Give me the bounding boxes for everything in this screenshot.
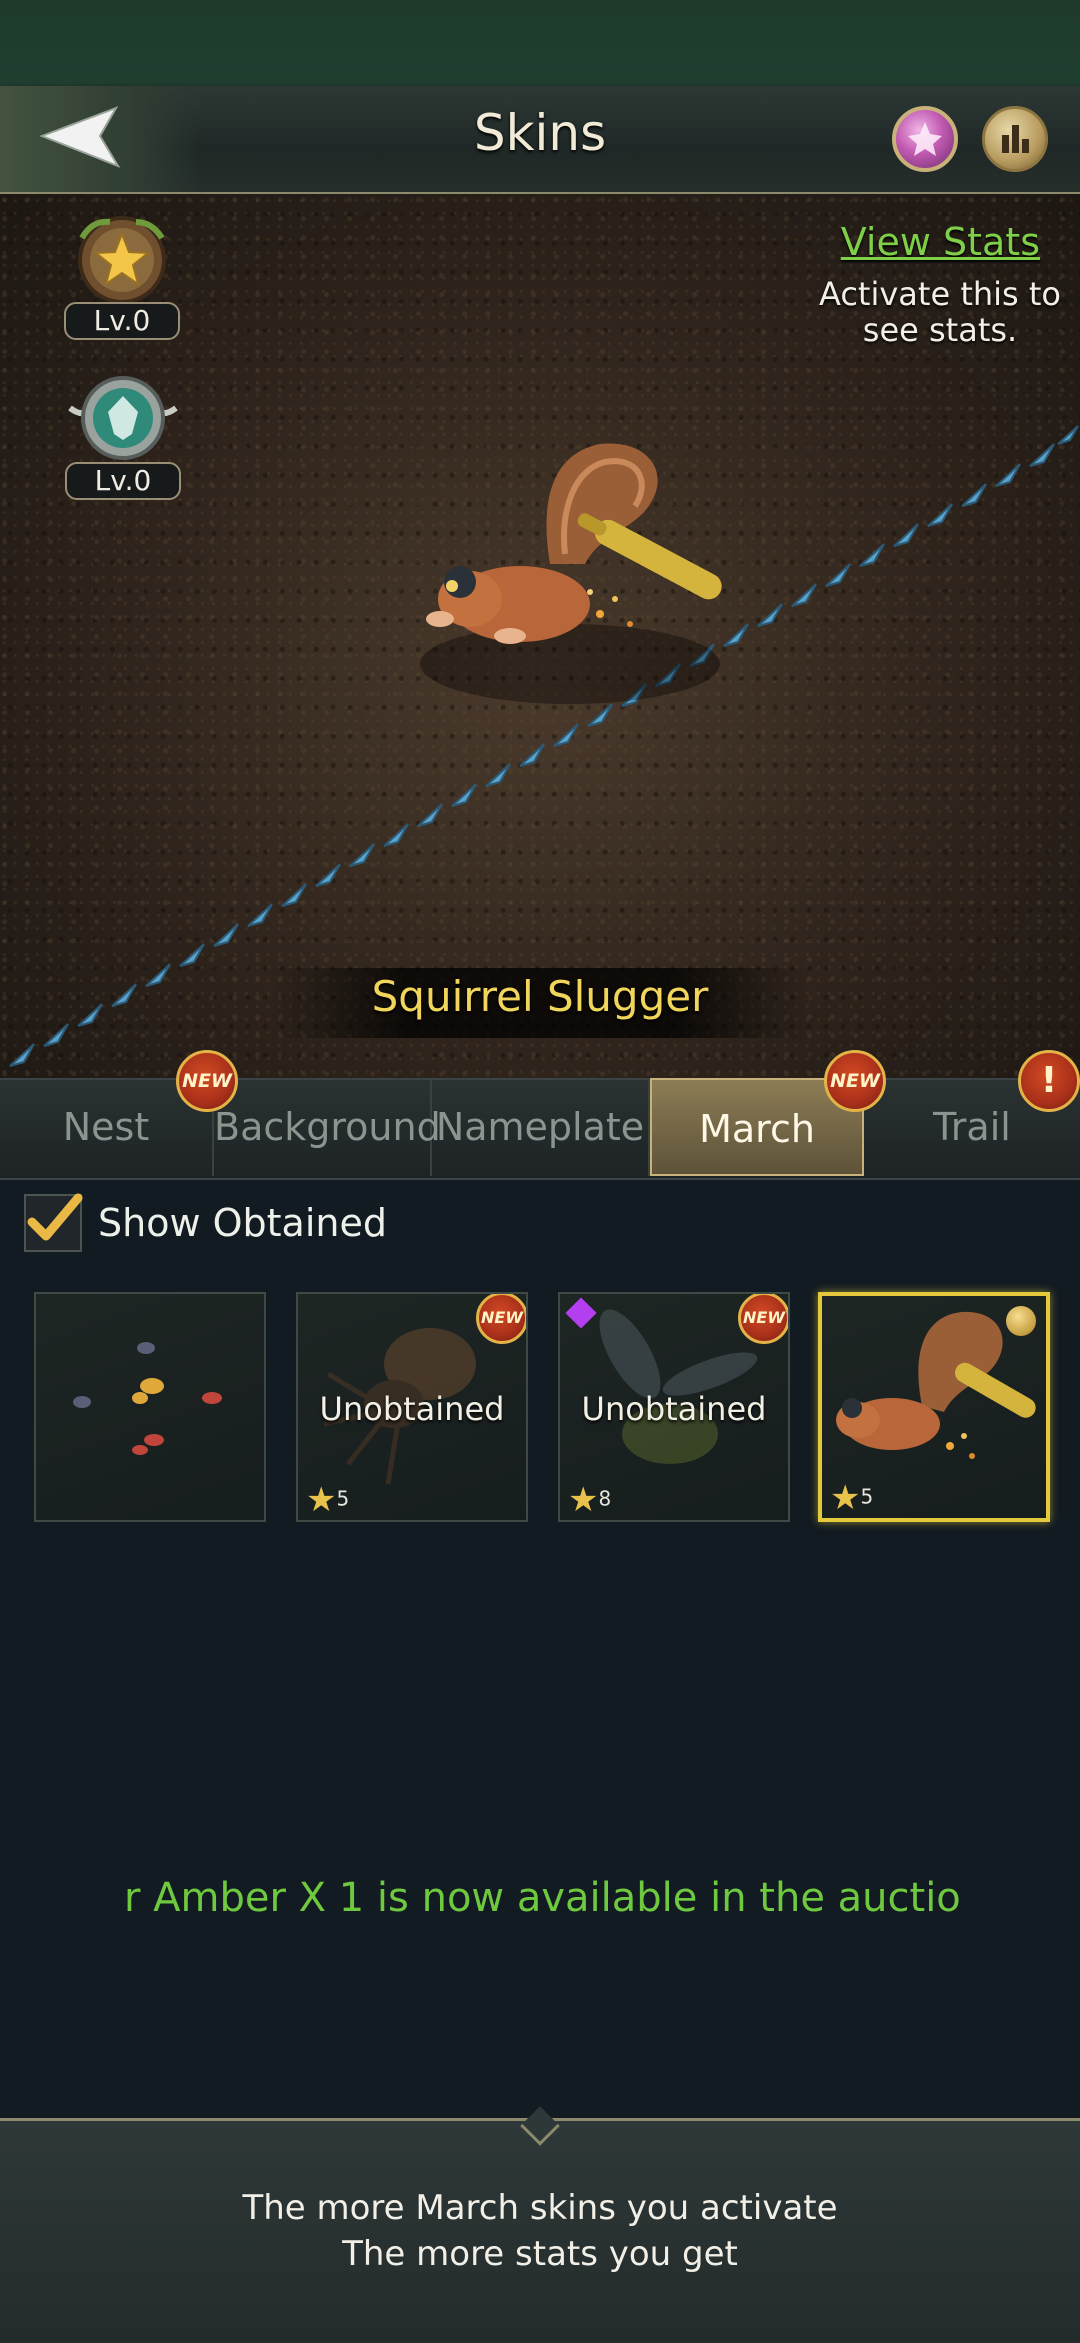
star-rating: ★5: [830, 1478, 874, 1518]
level-label: Lv.0: [65, 462, 181, 500]
skin-preview: Lv.0 Lv.0 View Stats Activate this to se…: [0, 194, 1080, 1080]
bar-chart-icon: [1002, 125, 1029, 153]
announcement-ticker: r Amber X 1 is now available in the auct…: [124, 1875, 964, 1921]
coin-icon: [1006, 1306, 1036, 1336]
skin-card-squirrel-slugger[interactable]: ★5: [818, 1292, 1050, 1522]
squirrel-slugger-model: [420, 443, 722, 704]
new-badge: NEW: [476, 1294, 526, 1344]
star-count: 5: [860, 1484, 874, 1509]
pink-gem-button[interactable]: [892, 106, 958, 172]
new-badge: NEW: [176, 1050, 238, 1112]
footer-hint-line-2: The more stats you get: [342, 2234, 738, 2274]
star-count: 5: [336, 1486, 350, 1511]
star-icon: ★: [568, 1480, 599, 1520]
view-stats-link[interactable]: View Stats: [820, 220, 1040, 270]
skin-level-badge[interactable]: Lv.0: [52, 208, 192, 346]
ranking-button[interactable]: [982, 106, 1048, 172]
page-title: Skins: [473, 104, 607, 162]
tab-nameplate[interactable]: Nameplate: [432, 1078, 650, 1176]
stats-hint: Activate this to see stats.: [819, 275, 1061, 349]
star-rating: ★5: [306, 1480, 350, 1520]
skin-card-ant-squad[interactable]: [34, 1292, 266, 1522]
skin-card-spider[interactable]: Unobtained ★5 NEW: [296, 1292, 528, 1522]
star-medal-icon: [78, 216, 166, 304]
wolf-emblem-icon: [68, 376, 178, 460]
new-badge: NEW: [738, 1294, 788, 1344]
show-obtained-checkbox[interactable]: [24, 1193, 83, 1252]
unobtained-label: Unobtained: [581, 1390, 767, 1428]
unobtained-label: Unobtained: [319, 1390, 505, 1428]
star-icon: ★: [306, 1480, 337, 1520]
ant-squad-thumbnail: [73, 1342, 222, 1455]
pink-gem-icon: [908, 122, 942, 156]
footer-hint-line-1: The more March skins you activate: [242, 2188, 838, 2228]
new-badge: NEW: [824, 1050, 886, 1112]
star-rating: ★8: [568, 1480, 612, 1520]
back-arrow-icon: [39, 106, 121, 169]
level-label: Lv.0: [64, 302, 180, 340]
back-button[interactable]: [0, 86, 200, 192]
skin-name: Squirrel Slugger: [371, 972, 709, 1021]
tab-background[interactable]: Background: [214, 1078, 441, 1176]
alert-badge: !: [1018, 1050, 1080, 1112]
skin-level-badge[interactable]: Lv.0: [50, 368, 196, 506]
star-count: 8: [598, 1486, 612, 1511]
star-icon: ★: [830, 1478, 861, 1518]
checkmark-icon: [27, 1193, 83, 1241]
show-obtained-label: Show Obtained: [98, 1201, 387, 1245]
status-bar: [0, 0, 1080, 86]
skin-card-wasp[interactable]: Unobtained ★8 NEW: [558, 1292, 790, 1522]
